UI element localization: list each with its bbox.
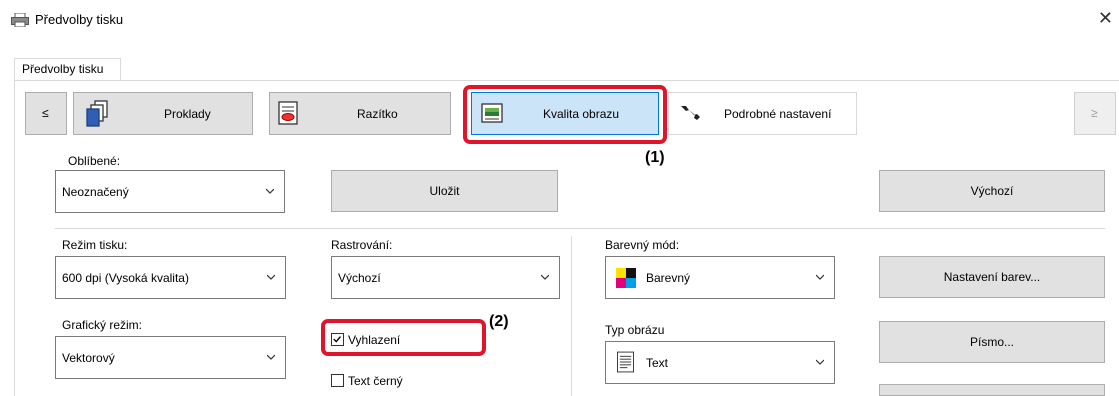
- layers-icon: [86, 100, 108, 127]
- black-text-checkbox[interactable]: [331, 374, 344, 387]
- save-button[interactable]: Uložit: [331, 170, 558, 212]
- extra-button[interactable]: [879, 384, 1105, 396]
- color-settings-button[interactable]: Nastavení barev...: [879, 256, 1105, 298]
- tab-proklady-label: Proklady: [164, 107, 211, 121]
- rasterization-dropdown[interactable]: Výchozí: [331, 256, 560, 299]
- color-swatch-icon: [616, 268, 636, 288]
- image-type-value: Text: [646, 356, 669, 370]
- chevron-down-icon: [267, 274, 275, 280]
- nav-prev-label: ≤: [42, 106, 49, 120]
- chevron-down-icon: [541, 274, 549, 280]
- rasterization-value: Výchozí: [338, 271, 381, 285]
- tab-print-preferences[interactable]: Předvolby tisku: [14, 58, 121, 81]
- divider: [55, 228, 1105, 229]
- favorites-value: Neoznačený: [62, 185, 129, 199]
- tab-razitko-label: Razítko: [357, 107, 398, 121]
- nav-prev-button[interactable]: ≤: [25, 92, 67, 135]
- tab-razitko[interactable]: Razítko: [269, 92, 451, 135]
- divider-vertical: [571, 236, 572, 396]
- tab-podrobne-nastaveni-label: Podrobné nastavení: [724, 107, 832, 121]
- color-settings-label: Nastavení barev...: [943, 270, 1041, 284]
- save-button-label: Uložit: [429, 184, 460, 198]
- callout-box-2: [321, 319, 486, 356]
- favorites-label: Oblíbené:: [68, 154, 121, 168]
- close-icon[interactable]: ✕: [1098, 8, 1113, 29]
- color-mode-label: Barevný mód:: [605, 238, 680, 252]
- default-button[interactable]: Výchozí: [879, 170, 1105, 212]
- rasterization-label: Rastrování:: [331, 238, 393, 252]
- color-mode-dropdown[interactable]: Barevný: [605, 256, 835, 299]
- font-button[interactable]: Písmo...: [879, 321, 1105, 363]
- print-mode-value: 600 dpi (Vysoká kvalita): [62, 271, 189, 285]
- chevron-down-icon: [816, 359, 824, 365]
- chevron-down-icon: [816, 274, 824, 280]
- stamp-icon: [278, 101, 298, 125]
- graphics-mode-value: Vektorový: [62, 351, 115, 365]
- callout-box-1: [463, 85, 667, 144]
- chevron-down-icon: [266, 188, 274, 194]
- nav-next-button[interactable]: ≥: [1074, 92, 1116, 135]
- title-bar: Předvolby tisku ✕: [0, 0, 1119, 40]
- print-mode-label: Režim tisku:: [62, 238, 128, 252]
- printer-icon: [11, 13, 29, 27]
- font-button-label: Písmo...: [969, 335, 1014, 349]
- chevron-down-icon: [267, 354, 275, 360]
- print-mode-dropdown[interactable]: 600 dpi (Vysoká kvalita): [55, 256, 286, 299]
- callout-label-2: (2): [489, 313, 509, 330]
- default-button-label: Výchozí: [970, 184, 1014, 198]
- nav-next-label: ≥: [1091, 106, 1098, 120]
- black-text-label: Text černý: [348, 374, 403, 388]
- graphics-mode-dropdown[interactable]: Vektorový: [55, 336, 286, 379]
- favorites-dropdown[interactable]: Neoznačený: [55, 170, 285, 213]
- image-type-dropdown[interactable]: Text: [605, 341, 835, 384]
- text-document-icon: [617, 351, 634, 373]
- graphics-mode-label: Grafický režim:: [62, 318, 143, 332]
- color-mode-value: Barevný: [646, 271, 691, 285]
- tab-proklady[interactable]: Proklady: [73, 92, 253, 135]
- window-title: Předvolby tisku: [35, 12, 124, 27]
- image-type-label: Typ obrázu: [605, 323, 665, 337]
- callout-label-1: (1): [645, 149, 665, 166]
- tab-strip: Předvolby tisku: [0, 58, 1119, 81]
- tab-podrobne-nastaveni[interactable]: Podrobné nastavení: [668, 92, 857, 135]
- wrench-icon: [681, 106, 700, 120]
